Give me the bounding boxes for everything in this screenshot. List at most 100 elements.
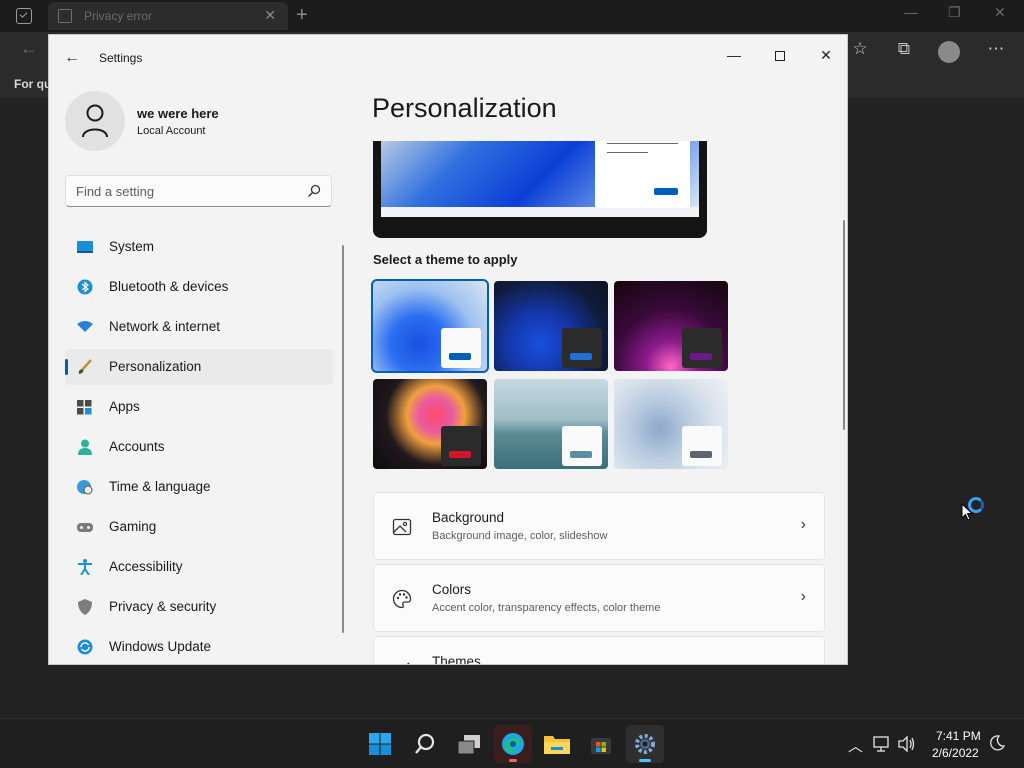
close-button[interactable]: ✕ <box>803 40 847 70</box>
chevron-up-icon[interactable]: ︿ <box>848 735 863 756</box>
back-arrow-icon[interactable]: ← <box>61 47 83 69</box>
browser-minimize-icon[interactable]: — <box>904 4 918 20</box>
theme-preview <box>373 141 707 238</box>
collections-icon[interactable]: ⧉ <box>893 39 915 59</box>
running-indicator <box>639 759 651 762</box>
taskbar-settings-button[interactable] <box>626 725 664 763</box>
theme-thumbnail-sunrise[interactable] <box>494 379 608 469</box>
task-view-button[interactable] <box>450 725 488 763</box>
theme-card <box>441 426 481 466</box>
theme-accent-swatch <box>570 451 592 458</box>
theme-thumbnail-windows-dark[interactable] <box>494 281 608 371</box>
tab-actions-icon[interactable] <box>16 8 32 24</box>
card-title: Background <box>432 510 505 525</box>
network-icon[interactable] <box>873 736 891 752</box>
theme-accent-swatch <box>449 451 471 458</box>
favorites-star-icon[interactable]: ☆ <box>849 39 871 59</box>
theme-thumbnail-glow[interactable] <box>614 281 728 371</box>
sidebar-item-system[interactable]: System <box>65 229 333 265</box>
sidebar-item-gaming[interactable]: Gaming <box>65 509 333 545</box>
themes-heading: Select a theme to apply <box>373 252 518 267</box>
sidebar-item-label: Gaming <box>109 519 157 534</box>
theme-thumbnail-windows-light[interactable] <box>371 279 489 373</box>
theme-card <box>682 328 722 368</box>
sidebar-item-accessibility[interactable]: Accessibility <box>65 549 333 585</box>
monitor-icon <box>77 241 93 253</box>
browser-profile-icon[interactable] <box>938 41 960 63</box>
clock-time[interactable]: 7:41 PM <box>936 729 981 743</box>
taskbar-edge-button[interactable] <box>494 725 532 763</box>
sidebar-item-accounts[interactable]: Accounts <box>65 429 333 465</box>
colors-card[interactable]: Colors Accent color, transparency effect… <box>373 564 825 632</box>
preview-button <box>654 188 678 195</box>
task-view-icon <box>457 735 480 755</box>
search-icon <box>308 184 321 197</box>
taskbar: ︿ 7:41 PM 2/6/2022 <box>0 718 1024 768</box>
palette-icon <box>392 589 412 609</box>
card-subtitle: Background image, color, slideshow <box>432 530 608 542</box>
background-card[interactable]: Background Background image, color, slid… <box>373 492 825 560</box>
sidebar-item-apps[interactable]: Apps <box>65 389 333 425</box>
sidebar-item-label: Privacy & security <box>109 599 217 614</box>
taskbar-search-button[interactable] <box>406 725 444 763</box>
sidebar-item-time-language[interactable]: Time & language <box>65 469 333 505</box>
theme-accent-swatch <box>690 353 712 360</box>
new-tab-icon[interactable]: + <box>296 4 308 27</box>
preview-line <box>607 143 678 144</box>
page-title: Personalization <box>372 93 557 123</box>
start-button[interactable] <box>361 725 399 763</box>
maximize-icon <box>775 51 785 62</box>
search-input[interactable]: Find a setting <box>65 175 332 207</box>
theme-accent-swatch <box>690 451 712 458</box>
sidebar-item-label: System <box>109 239 155 254</box>
more-menu-icon[interactable]: ⋯ <box>985 39 1007 59</box>
sidebar-item-network[interactable]: Network & internet <box>65 309 333 345</box>
themes-card[interactable]: Themes <box>373 636 825 665</box>
sidebar-item-bluetooth[interactable]: Bluetooth & devices <box>65 269 333 305</box>
theme-card <box>562 328 602 368</box>
sidebar-scrollbar[interactable] <box>342 245 344 633</box>
maximize-button[interactable] <box>757 40 803 70</box>
browser-back-icon[interactable]: ← <box>20 38 38 59</box>
theme-accent-swatch <box>449 353 471 360</box>
sidebar-item-privacy[interactable]: Privacy & security <box>65 589 333 625</box>
minimize-button[interactable]: — <box>711 40 757 70</box>
close-tab-icon[interactable]: ✕ <box>264 7 276 24</box>
bluetooth-icon <box>77 279 93 295</box>
focus-assist-moon-icon[interactable] <box>989 735 1005 751</box>
main-scrollbar[interactable] <box>843 220 845 430</box>
globe-clock-icon <box>77 480 93 495</box>
browser-close-icon[interactable]: ✕ <box>994 4 1006 21</box>
card-title: Themes <box>432 654 481 665</box>
theme-accent-swatch <box>570 353 592 360</box>
card-title: Colors <box>432 582 472 597</box>
taskbar-store-button[interactable] <box>582 725 620 763</box>
browser-tab[interactable]: Privacy error ✕ <box>48 2 288 30</box>
volume-icon[interactable] <box>898 736 916 752</box>
preview-line <box>607 152 648 153</box>
start-icon <box>369 733 391 755</box>
theme-thumbnail-flow[interactable] <box>614 379 728 469</box>
browser-tab-title: Privacy error <box>84 9 153 23</box>
accessibility-icon <box>78 559 92 575</box>
page-favicon-icon <box>58 9 72 23</box>
wifi-icon <box>77 321 93 332</box>
sidebar-item-label: Windows Update <box>109 639 212 654</box>
chevron-right-icon: › <box>800 516 806 533</box>
taskbar-file-explorer-button[interactable] <box>538 725 576 763</box>
settings-title-bar[interactable]: ← Settings — ✕ <box>49 35 847 81</box>
chevron-right-icon: › <box>800 588 806 605</box>
browser-restore-icon[interactable]: ❐ <box>948 4 961 21</box>
running-indicator <box>509 759 517 762</box>
clock-date[interactable]: 2/6/2022 <box>932 746 979 760</box>
user-profile[interactable]: we were here Local Account <box>65 91 335 151</box>
app-title: Settings <box>99 51 143 65</box>
sidebar-item-windows-update[interactable]: Windows Update <box>65 629 333 664</box>
image-icon <box>392 518 412 536</box>
avatar <box>65 91 125 151</box>
theme-thumbnail-captured-motion[interactable] <box>373 379 487 469</box>
apps-icon <box>77 400 92 415</box>
sidebar-item-label: Personalization <box>109 359 202 374</box>
sidebar-item-personalization[interactable]: Personalization <box>65 349 333 385</box>
sidebar-item-label: Accounts <box>109 439 165 454</box>
